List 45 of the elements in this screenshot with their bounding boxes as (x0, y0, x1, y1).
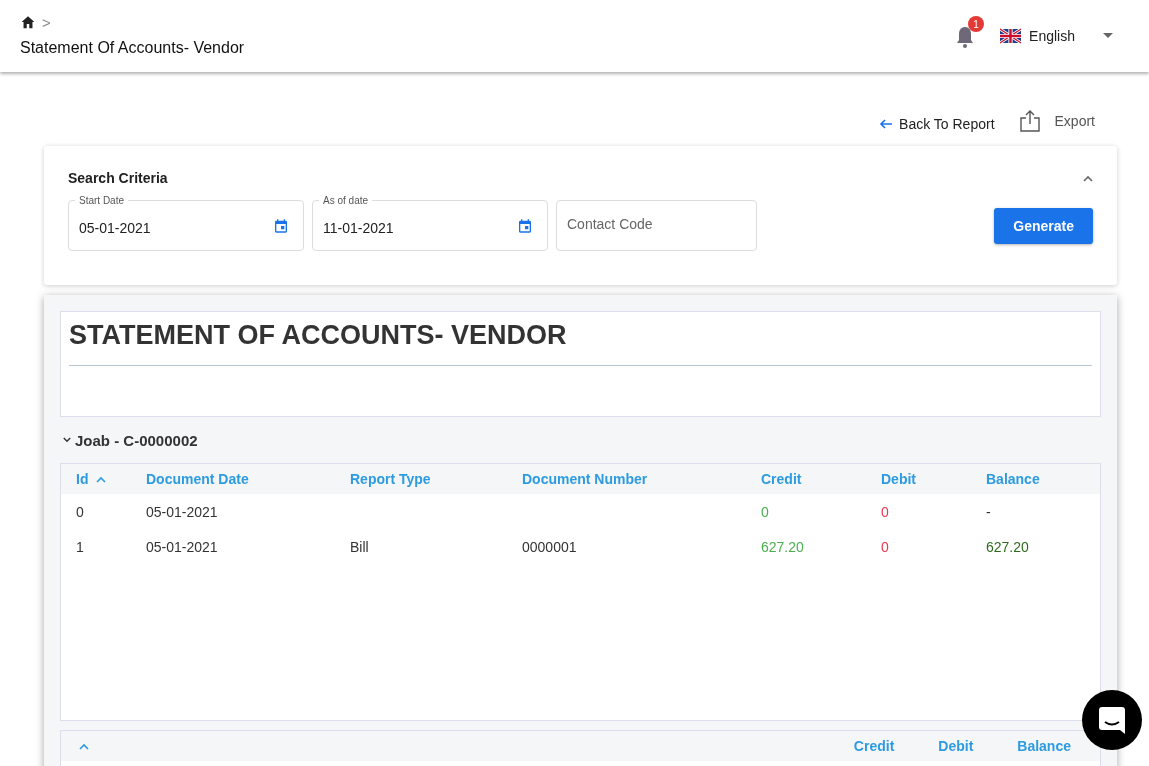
table-cell: 0 (881, 538, 889, 555)
table-cell: 0000001 (522, 538, 577, 555)
home-icon[interactable] (20, 15, 36, 29)
page-title: Statement Of Accounts- Vendor (20, 38, 245, 57)
table-cell: 627.20 (761, 538, 804, 555)
table-cell: Bill (350, 538, 369, 555)
table-cell: 05-01-2021 (146, 538, 218, 555)
report-title: STATEMENT OF ACCOUNTS- VENDOR (69, 320, 1092, 366)
language-selector[interactable]: English (1029, 28, 1075, 44)
input-field[interactable]: Contact Code (556, 200, 757, 251)
sort-icon[interactable] (79, 742, 89, 750)
sort-icon[interactable] (96, 475, 107, 483)
arrow-left-icon (879, 119, 894, 129)
dropdown-icon[interactable] (1103, 33, 1113, 39)
table-cell: 627.20 (986, 538, 1029, 555)
table-cell: 0 (76, 503, 84, 520)
column-header[interactable]: Credit (761, 471, 802, 487)
table-cell: 05-01-2021 (146, 503, 218, 520)
table-cell: 0 (761, 503, 769, 520)
group-title[interactable]: Joab - C-0000002 (75, 431, 198, 449)
column-header[interactable]: Id (76, 471, 89, 487)
chat-button[interactable] (1082, 690, 1142, 750)
share-icon (1018, 110, 1041, 132)
notification-badge: 1 (968, 16, 985, 32)
calendar-icon[interactable] (273, 217, 289, 234)
column-header[interactable]: Document Number (522, 471, 648, 487)
card-title: Search Criteria (68, 170, 168, 186)
table-cell: 0 (881, 503, 889, 520)
collapse-icon[interactable] (1083, 174, 1093, 182)
column-header[interactable]: Document Date (146, 471, 249, 487)
column-header[interactable]: Credit (853, 738, 895, 754)
table-cell: 1 (76, 538, 84, 555)
column-header[interactable]: Balance (1017, 738, 1071, 754)
back-to-report-link[interactable]: Back To Report (879, 116, 995, 132)
calendar-icon[interactable] (517, 217, 533, 234)
export-button[interactable]: Export (1018, 110, 1095, 132)
column-header[interactable]: Debit (881, 471, 916, 487)
chevron-down-icon[interactable] (63, 437, 71, 443)
column-header[interactable]: Debit (938, 738, 974, 754)
column-header[interactable]: Report Type (350, 471, 431, 487)
breadcrumb-separator: > (42, 13, 51, 31)
column-header[interactable]: Balance (986, 471, 1040, 487)
table-cell: - (986, 503, 991, 520)
flag-icon (1000, 27, 1022, 45)
generate-button[interactable]: Generate (994, 207, 1093, 244)
